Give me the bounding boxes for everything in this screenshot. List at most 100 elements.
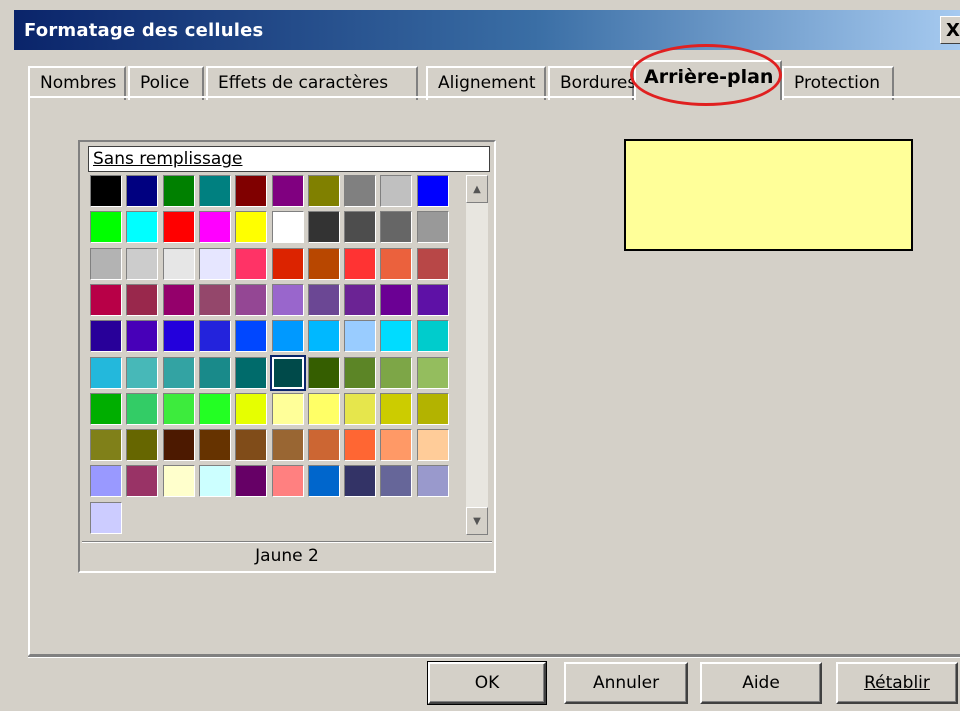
- color-swatch[interactable]: [235, 429, 267, 461]
- color-swatch[interactable]: [308, 393, 340, 425]
- color-swatch[interactable]: [90, 248, 122, 280]
- color-swatch[interactable]: [308, 175, 340, 207]
- color-swatch[interactable]: [308, 248, 340, 280]
- color-swatch[interactable]: [344, 248, 376, 280]
- color-swatch[interactable]: [380, 248, 412, 280]
- color-swatch[interactable]: [199, 357, 231, 389]
- color-swatch[interactable]: [417, 320, 449, 352]
- color-swatch[interactable]: [417, 211, 449, 243]
- color-swatch[interactable]: [126, 211, 158, 243]
- color-swatch[interactable]: [199, 211, 231, 243]
- color-swatch[interactable]: [380, 211, 412, 243]
- palette-scrollbar[interactable]: ▲ ▼: [466, 175, 488, 535]
- color-swatch[interactable]: [163, 465, 195, 497]
- color-swatch[interactable]: [90, 465, 122, 497]
- color-swatch[interactable]: [380, 175, 412, 207]
- scroll-up-button[interactable]: ▲: [466, 175, 488, 203]
- color-swatch[interactable]: [417, 248, 449, 280]
- color-swatch[interactable]: [199, 175, 231, 207]
- color-swatch[interactable]: [344, 320, 376, 352]
- color-swatch[interactable]: [417, 357, 449, 389]
- color-swatch[interactable]: [344, 465, 376, 497]
- color-swatch[interactable]: [417, 393, 449, 425]
- cancel-button[interactable]: Annuler: [564, 662, 688, 704]
- color-swatch[interactable]: [417, 465, 449, 497]
- color-swatch[interactable]: [272, 175, 304, 207]
- color-swatch[interactable]: [163, 284, 195, 316]
- color-swatch[interactable]: [163, 248, 195, 280]
- color-swatch[interactable]: [199, 320, 231, 352]
- color-swatch[interactable]: [417, 175, 449, 207]
- no-fill-option[interactable]: Sans remplissage: [88, 146, 490, 172]
- color-swatch[interactable]: [90, 211, 122, 243]
- color-swatch[interactable]: [344, 429, 376, 461]
- color-swatch[interactable]: [90, 393, 122, 425]
- close-button[interactable]: X: [940, 16, 960, 44]
- color-swatch[interactable]: [272, 393, 304, 425]
- color-swatch[interactable]: [199, 248, 231, 280]
- color-swatch[interactable]: [235, 248, 267, 280]
- color-swatch[interactable]: [308, 284, 340, 316]
- color-swatch[interactable]: [126, 465, 158, 497]
- color-swatch[interactable]: [235, 175, 267, 207]
- color-swatch[interactable]: [308, 429, 340, 461]
- color-swatch[interactable]: [126, 393, 158, 425]
- ok-button[interactable]: OK: [427, 661, 547, 705]
- color-swatch[interactable]: [126, 284, 158, 316]
- tab-protection[interactable]: Protection: [782, 66, 894, 100]
- color-swatch[interactable]: [417, 284, 449, 316]
- color-swatch[interactable]: [235, 211, 267, 243]
- color-swatch[interactable]: [272, 429, 304, 461]
- color-swatch[interactable]: [344, 211, 376, 243]
- color-swatch[interactable]: [126, 248, 158, 280]
- color-swatch[interactable]: [380, 393, 412, 425]
- help-button[interactable]: Aide: [700, 662, 822, 704]
- color-swatch[interactable]: [308, 211, 340, 243]
- color-swatch[interactable]: [90, 284, 122, 316]
- color-swatch[interactable]: [163, 429, 195, 461]
- color-swatch[interactable]: [235, 357, 267, 389]
- tab-font-effects[interactable]: Effets de caractères: [206, 66, 418, 100]
- color-swatch[interactable]: [272, 284, 304, 316]
- color-swatch[interactable]: [90, 175, 122, 207]
- color-swatch[interactable]: [90, 429, 122, 461]
- color-swatch[interactable]: [380, 357, 412, 389]
- color-swatch[interactable]: [380, 320, 412, 352]
- color-swatch[interactable]: [126, 175, 158, 207]
- color-swatch[interactable]: [308, 357, 340, 389]
- color-swatch[interactable]: [380, 465, 412, 497]
- color-swatch[interactable]: [380, 284, 412, 316]
- color-swatch[interactable]: [163, 320, 195, 352]
- color-swatch[interactable]: [126, 357, 158, 389]
- color-swatch[interactable]: [199, 465, 231, 497]
- scroll-down-button[interactable]: ▼: [466, 507, 488, 535]
- color-swatch[interactable]: [163, 393, 195, 425]
- color-swatch[interactable]: [126, 320, 158, 352]
- color-swatch[interactable]: [380, 429, 412, 461]
- color-swatch[interactable]: [344, 284, 376, 316]
- tab-alignment[interactable]: Alignement: [426, 66, 546, 100]
- tab-numbers[interactable]: Nombres: [28, 66, 126, 100]
- color-swatch[interactable]: [235, 465, 267, 497]
- color-swatch[interactable]: [235, 284, 267, 316]
- tab-borders[interactable]: Bordures: [548, 66, 636, 100]
- color-swatch[interactable]: [272, 248, 304, 280]
- color-swatch[interactable]: [308, 465, 340, 497]
- color-swatch[interactable]: [163, 175, 195, 207]
- color-swatch[interactable]: [235, 320, 267, 352]
- color-swatch[interactable]: [344, 357, 376, 389]
- tab-font[interactable]: Police: [128, 66, 204, 100]
- color-swatch[interactable]: [163, 357, 195, 389]
- color-swatch[interactable]: [272, 465, 304, 497]
- color-swatch[interactable]: [308, 320, 340, 352]
- color-swatch[interactable]: [199, 429, 231, 461]
- color-swatch[interactable]: [199, 284, 231, 316]
- color-swatch[interactable]: [126, 429, 158, 461]
- reset-button[interactable]: Rétablir: [836, 662, 958, 704]
- color-swatch[interactable]: [272, 211, 304, 243]
- color-swatch[interactable]: [417, 429, 449, 461]
- color-swatch[interactable]: [344, 175, 376, 207]
- color-swatch[interactable]: [199, 393, 231, 425]
- color-swatch[interactable]: [235, 393, 267, 425]
- color-swatch[interactable]: [163, 211, 195, 243]
